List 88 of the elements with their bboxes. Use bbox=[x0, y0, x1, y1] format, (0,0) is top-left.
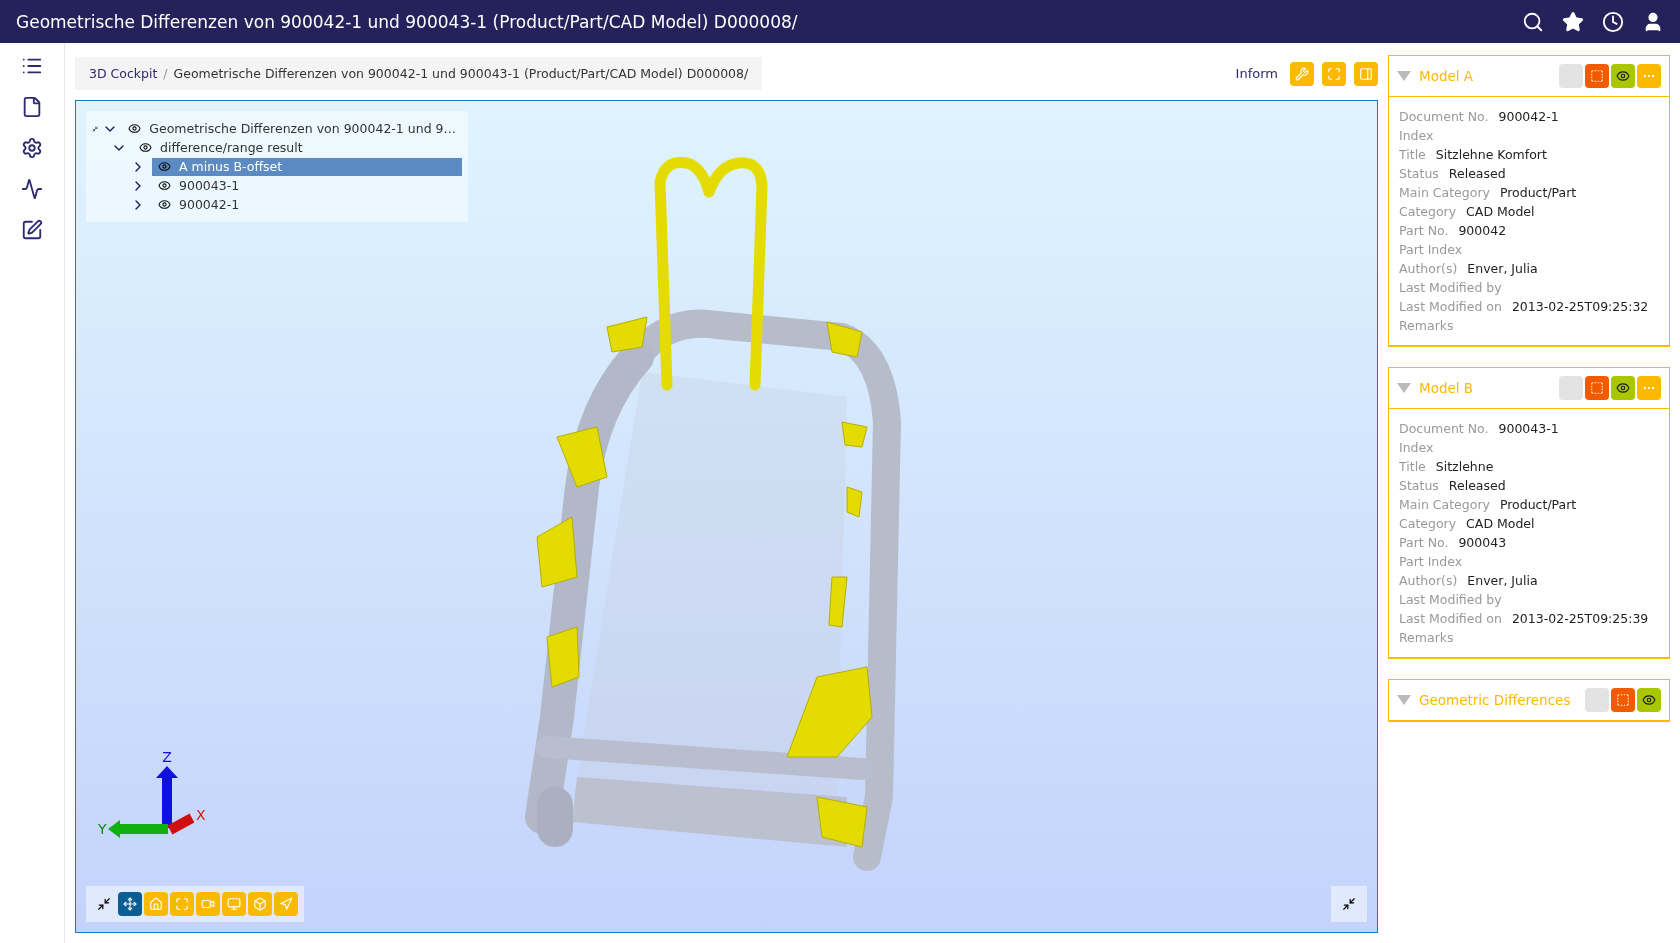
search-icon[interactable] bbox=[1522, 10, 1544, 33]
panel-title: Model B bbox=[1419, 380, 1475, 396]
inform-label: Inform bbox=[1235, 66, 1278, 81]
eye-icon bbox=[1642, 693, 1656, 707]
field-label: Author(s) bbox=[1399, 573, 1458, 588]
field-label: Document No. bbox=[1399, 421, 1489, 436]
field-label: Part No. bbox=[1399, 223, 1449, 238]
breadcrumb-current: Geometrische Differenzen von 900042-1 und 900043-1 (Product/Part/CAD Model) D000008/ bbox=[173, 66, 749, 81]
field-value: Released bbox=[1448, 478, 1506, 493]
tree-item[interactable]: Geometrische Differenzen von 900042-1 und 9… bbox=[122, 119, 462, 138]
video-camera-icon bbox=[201, 897, 215, 911]
field-label: Document No. bbox=[1399, 109, 1489, 124]
field-label: Last Modified on bbox=[1399, 611, 1502, 626]
field-value: CAD Model bbox=[1466, 204, 1535, 219]
field-value: Sitzlehne bbox=[1435, 459, 1494, 474]
breadcrumb-link[interactable]: 3D Cockpit bbox=[89, 66, 158, 81]
document-icon[interactable] bbox=[21, 96, 43, 118]
tree-item[interactable]: 900042-1 bbox=[152, 195, 462, 214]
eye-icon[interactable] bbox=[158, 179, 171, 192]
settings-icon[interactable] bbox=[21, 137, 43, 159]
edit-icon[interactable] bbox=[21, 219, 43, 241]
field-value: 2013-02-25T09:25:32 bbox=[1511, 299, 1649, 314]
field-label: Main Category bbox=[1399, 497, 1490, 512]
field-value: Enver, Julia bbox=[1467, 261, 1538, 276]
select-icon bbox=[1616, 693, 1630, 707]
pan-button[interactable] bbox=[118, 892, 142, 916]
clock-icon[interactable] bbox=[1602, 10, 1624, 33]
field-value: 900042-1 bbox=[1498, 109, 1559, 124]
field-label: Remarks bbox=[1399, 318, 1454, 333]
field-label: Last Modified by bbox=[1399, 592, 1502, 607]
select-icon bbox=[1590, 381, 1604, 395]
tree-item[interactable]: A minus B-offset bbox=[152, 157, 462, 176]
home-icon bbox=[149, 897, 163, 911]
field-label: Title bbox=[1399, 147, 1426, 162]
eye-icon[interactable] bbox=[139, 141, 152, 154]
field-label: Part Index bbox=[1399, 554, 1463, 569]
field-label: Title bbox=[1399, 459, 1426, 474]
field-label: Main Category bbox=[1399, 185, 1490, 200]
wrench-icon bbox=[1295, 66, 1309, 81]
field-value: 2013-02-25T09:25:39 bbox=[1511, 611, 1649, 626]
expand-icon bbox=[1327, 66, 1341, 81]
eye-icon[interactable] bbox=[128, 122, 142, 135]
field-label: Author(s) bbox=[1399, 261, 1458, 276]
tree-item[interactable]: difference/range result bbox=[133, 138, 462, 157]
field-value: 900042 bbox=[1458, 223, 1507, 238]
field-label: Status bbox=[1399, 478, 1439, 493]
pointer-icon bbox=[279, 897, 293, 911]
field-label: Part Index bbox=[1399, 242, 1463, 257]
star-icon[interactable] bbox=[1562, 10, 1584, 33]
field-label: Category bbox=[1399, 204, 1457, 219]
collapse-icon bbox=[97, 897, 111, 911]
panel-title: Model A bbox=[1419, 68, 1475, 84]
field-label: Status bbox=[1399, 166, 1439, 181]
field-label: Last Modified on bbox=[1399, 299, 1502, 314]
visibility-button[interactable] bbox=[1637, 688, 1661, 712]
activity-icon[interactable] bbox=[21, 178, 43, 200]
collapse-icon bbox=[1342, 897, 1356, 911]
axis-triad-drawing: Z Y X bbox=[92, 748, 212, 848]
field-value: CAD Model bbox=[1466, 516, 1535, 531]
field-value: Product/Part bbox=[1499, 497, 1577, 512]
panel-title: Geometric Differences bbox=[1419, 692, 1572, 708]
expand-icon bbox=[175, 897, 189, 911]
field-label: Remarks bbox=[1399, 630, 1454, 645]
3d-viewport[interactable]: Geometrische Differenzen von 900042-1 und 9… difference/range result A minus B-offset 900043-1 900042-1 Z Y X bbox=[75, 100, 1378, 933]
field-value: Product/Part bbox=[1499, 185, 1577, 200]
field-value: 900043-1 bbox=[1498, 421, 1559, 436]
monitor-icon bbox=[227, 897, 241, 911]
field-label: Index bbox=[1399, 128, 1434, 143]
visibility-button[interactable] bbox=[1611, 376, 1635, 400]
field-label: Last Modified by bbox=[1399, 280, 1502, 295]
field-label: Index bbox=[1399, 440, 1434, 455]
visibility-button[interactable] bbox=[1611, 64, 1635, 88]
select-icon bbox=[1590, 69, 1604, 83]
cube-icon bbox=[253, 897, 267, 911]
field-value: Released bbox=[1448, 166, 1506, 181]
panel-icon bbox=[1359, 66, 1373, 81]
eye-icon bbox=[1616, 69, 1630, 83]
field-value: 900043 bbox=[1458, 535, 1507, 550]
breadcrumb-separator: / bbox=[163, 66, 168, 81]
move-icon bbox=[123, 897, 137, 911]
field-value: Enver, Julia bbox=[1467, 573, 1538, 588]
eye-icon bbox=[1616, 381, 1630, 395]
tree-item[interactable]: 900043-1 bbox=[152, 176, 462, 195]
window-title: Geometrische Differenzen von 900042-1 und 900043-1 (Product/Part/CAD Model) D000008/ bbox=[16, 11, 799, 32]
field-value: Sitzlehne Komfort bbox=[1435, 147, 1547, 162]
field-label: Category bbox=[1399, 516, 1457, 531]
eye-icon[interactable] bbox=[158, 198, 171, 211]
field-label: Part No. bbox=[1399, 535, 1449, 550]
